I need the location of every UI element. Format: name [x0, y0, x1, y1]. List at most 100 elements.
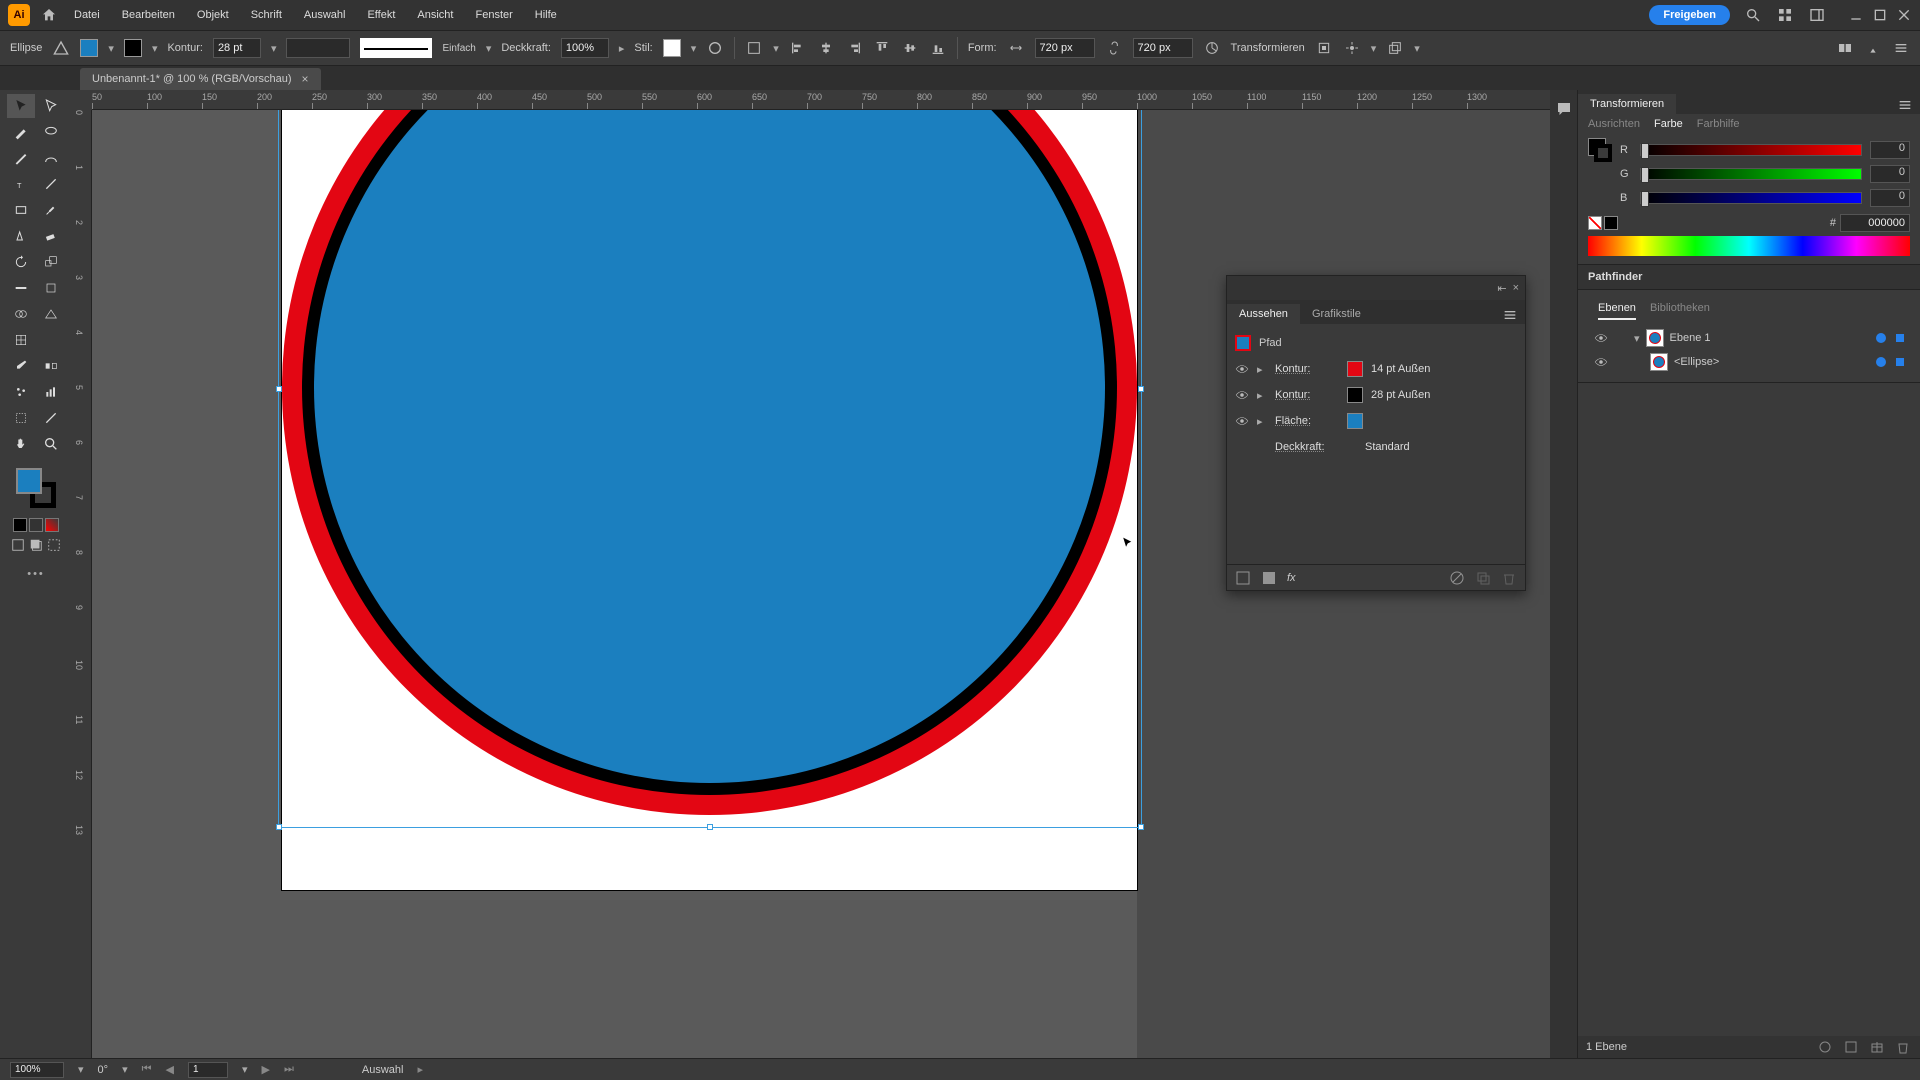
tab-colorguide[interactable]: Farbhilfe — [1697, 118, 1740, 130]
tab-layers[interactable]: Ebenen — [1598, 302, 1636, 320]
pie-icon[interactable] — [1203, 39, 1221, 57]
shaper-tool[interactable] — [7, 224, 35, 248]
zoom-input[interactable] — [10, 1062, 64, 1078]
artboard-nav-input[interactable] — [188, 1062, 228, 1078]
toolbox-more-icon[interactable]: ••• — [27, 568, 45, 580]
stroke-weight-input[interactable] — [213, 38, 261, 58]
menu-objekt[interactable]: Objekt — [197, 9, 229, 21]
width-tool[interactable] — [7, 276, 35, 300]
menu-auswahl[interactable]: Auswahl — [304, 9, 346, 21]
chevron-right-icon[interactable]: ▸ — [1257, 389, 1267, 402]
height-input[interactable] — [1133, 38, 1193, 58]
b-value[interactable]: 0 — [1870, 189, 1910, 207]
gradient-tool[interactable] — [37, 328, 65, 352]
layer-name[interactable]: Ebene 1 — [1670, 332, 1711, 344]
pin-icon[interactable] — [1864, 39, 1882, 57]
align-to-icon[interactable] — [1343, 39, 1361, 57]
maximize-icon[interactable] — [1872, 7, 1888, 23]
stroke2-swatch[interactable] — [1347, 387, 1363, 403]
layer-row[interactable]: <Ellipse> — [1588, 350, 1910, 374]
brush-style[interactable] — [360, 38, 432, 58]
variable-width-select[interactable] — [286, 38, 350, 58]
paintbrush-tool[interactable] — [37, 198, 65, 222]
nav-last-icon[interactable]: ⏭ — [284, 1063, 294, 1076]
new-fill-icon[interactable] — [1261, 570, 1277, 586]
menu-bearbeiten[interactable]: Bearbeiten — [122, 9, 175, 21]
pen-tool[interactable] — [7, 146, 35, 170]
selection-bounding-box[interactable] — [278, 110, 1142, 828]
tab-transform[interactable]: Transformieren — [1578, 94, 1676, 114]
home-icon[interactable] — [38, 4, 60, 26]
clear-icon[interactable] — [1449, 570, 1465, 586]
color-mode-gradient[interactable] — [29, 518, 43, 532]
align-bottom-icon[interactable] — [929, 39, 947, 57]
r-slider[interactable] — [1640, 144, 1862, 156]
fill-color-indicator[interactable] — [16, 468, 42, 494]
handle-br[interactable] — [1138, 824, 1144, 830]
slice-tool[interactable] — [37, 406, 65, 430]
align-left-icon[interactable] — [789, 39, 807, 57]
target-selected-icon[interactable] — [1876, 357, 1886, 367]
menu-datei[interactable]: Datei — [74, 9, 100, 21]
tab-align[interactable]: Ausrichten — [1588, 118, 1640, 130]
handle-mr[interactable] — [1138, 386, 1144, 392]
panel-menu-icon[interactable] — [1896, 96, 1914, 114]
canvas-viewport[interactable]: ⇤ × Aussehen Grafikstile Pfad ▸ — [92, 110, 1577, 1058]
bw-swatch[interactable] — [1604, 216, 1618, 230]
appearance-item-opacity[interactable]: Deckkraft: Standard — [1235, 434, 1517, 460]
collapse-icon[interactable]: ⇤ — [1497, 282, 1506, 295]
eyedropper-tool[interactable] — [7, 354, 35, 378]
transform-label[interactable]: Transformieren — [1231, 42, 1305, 54]
new-sublayer-icon[interactable] — [1842, 1038, 1860, 1056]
dropdown-icon[interactable]: ▾ — [271, 42, 277, 55]
fill-swatch[interactable] — [80, 39, 98, 57]
zoom-tool[interactable] — [37, 432, 65, 456]
selection-tool[interactable] — [7, 94, 35, 118]
menu-effekt[interactable]: Effekt — [367, 9, 395, 21]
opacity-input[interactable] — [561, 38, 609, 58]
share-button[interactable]: Freigeben — [1649, 5, 1730, 25]
stroke-swatch[interactable] — [124, 39, 142, 57]
curvature-tool[interactable] — [37, 146, 65, 170]
appearance-panel[interactable]: ⇤ × Aussehen Grafikstile Pfad ▸ — [1226, 275, 1526, 591]
align-hcenter-icon[interactable] — [817, 39, 835, 57]
new-stroke-icon[interactable] — [1235, 570, 1251, 586]
appearance-item-stroke1[interactable]: ▸ Kontur: 14 pt Außen — [1235, 356, 1517, 382]
swatch-dropdown-icon[interactable]: ▾ — [152, 42, 158, 55]
close-icon[interactable] — [1896, 7, 1912, 23]
hex-input[interactable] — [1840, 214, 1910, 232]
appearance-item-stroke2[interactable]: ▸ Kontur: 28 pt Außen — [1235, 382, 1517, 408]
width-input[interactable] — [1035, 38, 1095, 58]
graph-tool[interactable] — [37, 380, 65, 404]
menu-fenster[interactable]: Fenster — [475, 9, 512, 21]
chevron-right-icon[interactable]: ▸ — [1257, 415, 1267, 428]
pathfinder-header[interactable]: Pathfinder — [1578, 265, 1920, 290]
align-vcenter-icon[interactable] — [901, 39, 919, 57]
dropdown-icon[interactable]: ▾ — [1414, 42, 1420, 55]
nav-prev-icon[interactable]: ◀ — [166, 1063, 174, 1076]
b-slider[interactable] — [1640, 192, 1862, 204]
document-tab[interactable]: Unbenannt-1* @ 100 % (RGB/Vorschau) × — [80, 68, 321, 90]
color-preview[interactable] — [1588, 138, 1612, 162]
fx-button[interactable]: fx — [1287, 572, 1296, 584]
panel-menu-icon[interactable] — [1501, 306, 1519, 324]
link-icon[interactable] — [1105, 39, 1123, 57]
stroke-preview[interactable] — [1594, 144, 1612, 162]
comment-strip[interactable] — [1550, 90, 1578, 1058]
mesh-tool[interactable] — [7, 328, 35, 352]
handle-bl[interactable] — [276, 824, 282, 830]
style-swatch[interactable] — [663, 39, 681, 57]
r-value[interactable]: 0 — [1870, 141, 1910, 159]
scale-tool[interactable] — [37, 250, 65, 274]
nav-next-icon[interactable]: ▶ — [262, 1063, 270, 1076]
color-indicator[interactable] — [16, 468, 56, 508]
isolate-icon[interactable] — [1315, 39, 1333, 57]
tab-graphicstyles[interactable]: Grafikstile — [1300, 304, 1373, 324]
essentials-icon[interactable] — [1836, 39, 1854, 57]
align-tool-icon[interactable] — [745, 39, 763, 57]
g-value[interactable]: 0 — [1870, 165, 1910, 183]
appearance-item-path[interactable]: Pfad — [1235, 330, 1517, 356]
dropdown-icon[interactable]: ▾ — [1371, 42, 1377, 55]
close-tab-icon[interactable]: × — [302, 72, 309, 86]
tab-appearance[interactable]: Aussehen — [1227, 304, 1300, 324]
